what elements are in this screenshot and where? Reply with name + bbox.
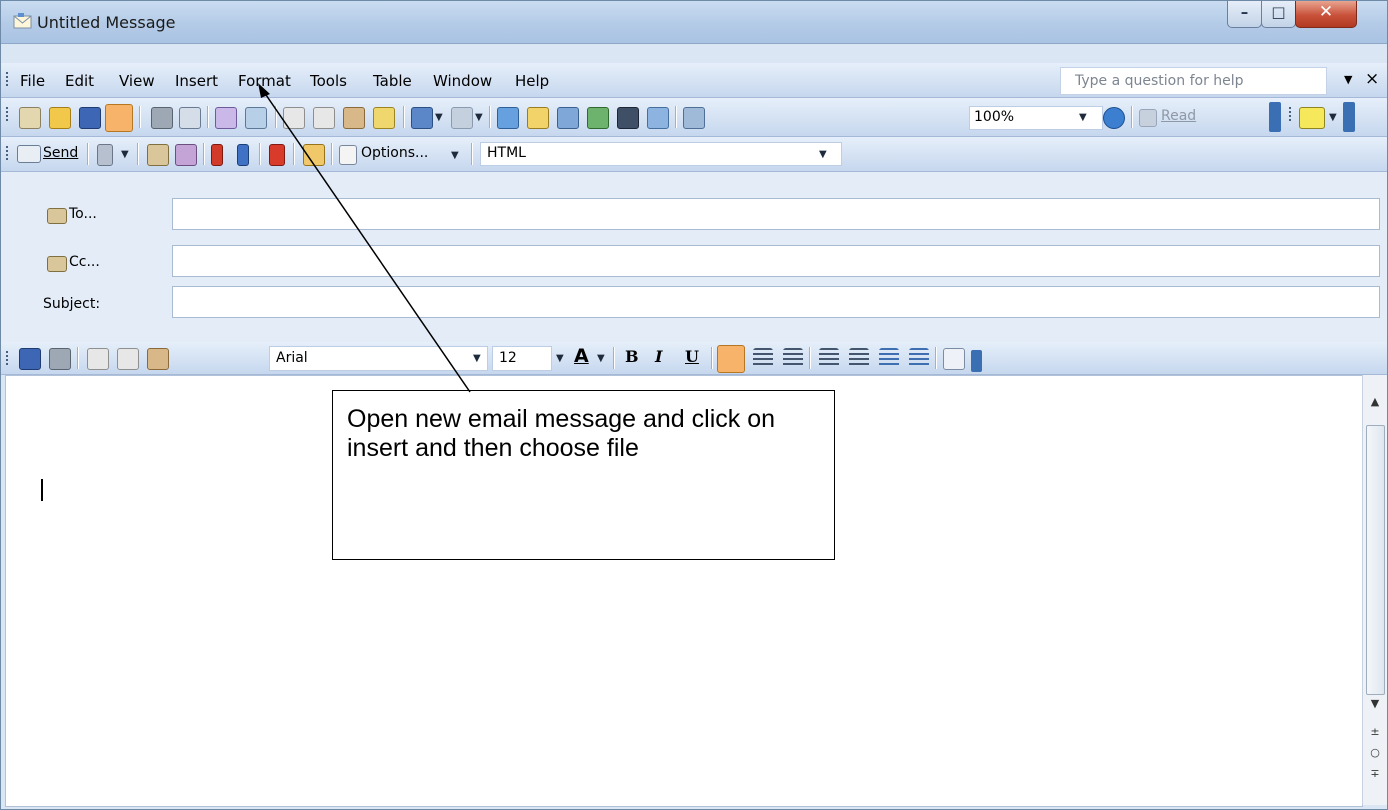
callout-pointer-arrow [258,83,471,393]
